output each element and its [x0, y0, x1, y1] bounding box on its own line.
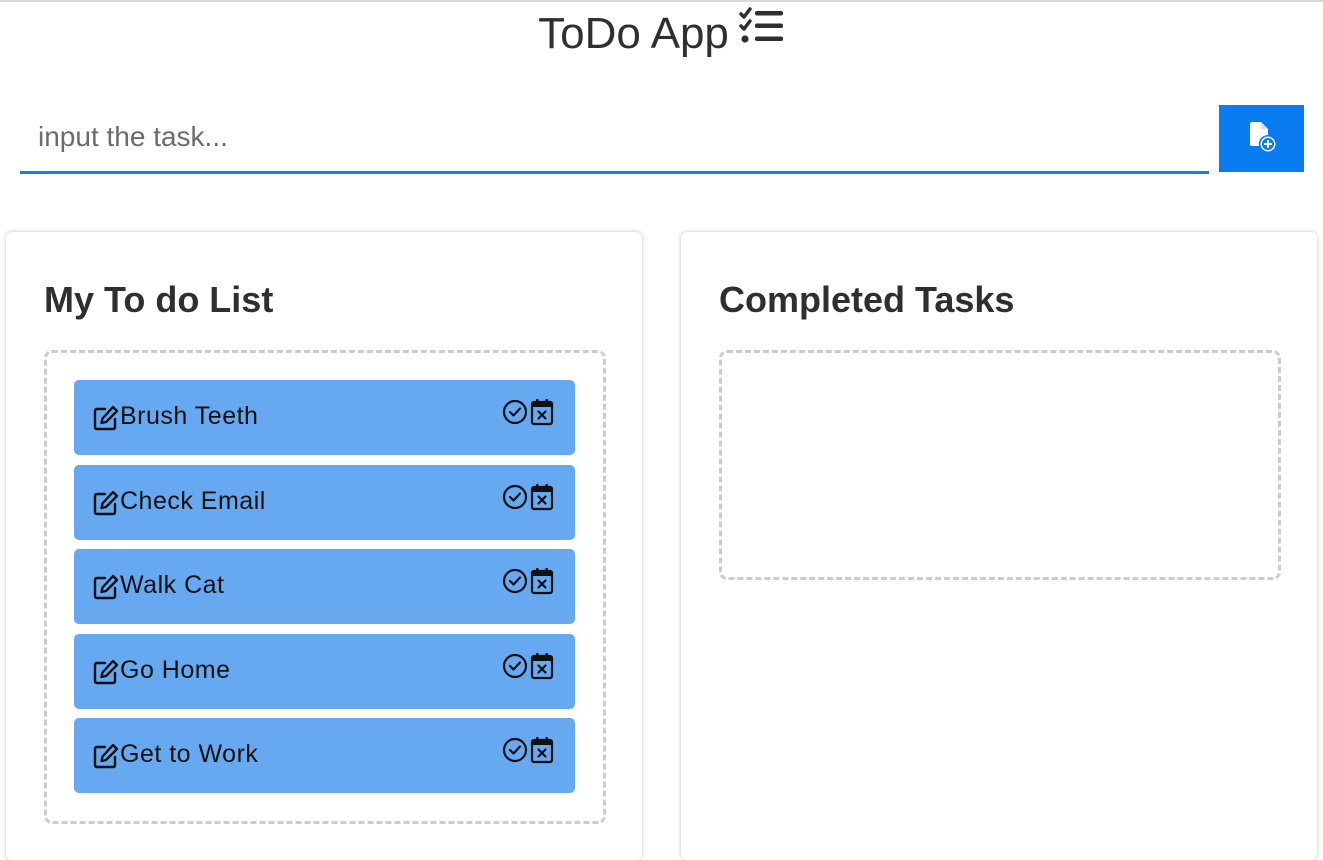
- task-item[interactable]: Go Home: [74, 633, 575, 709]
- todo-app: ToDo App My To do List: [0, 0, 1323, 860]
- task-item[interactable]: Get to Work: [74, 718, 575, 793]
- edit-icon[interactable]: [92, 489, 120, 517]
- calendar-x-icon[interactable]: [530, 736, 554, 764]
- todo-panel-title: My To do List: [44, 279, 274, 320]
- task-item[interactable]: Check Email: [74, 464, 575, 540]
- completed-panel-title: Completed Tasks: [719, 279, 1015, 320]
- edit-icon[interactable]: [92, 404, 120, 432]
- todo-panel: My To do List Brush Teeth Check Email Wa…: [6, 232, 642, 860]
- task-label: Get to Work: [120, 740, 259, 768]
- task-label: Go Home: [120, 655, 231, 684]
- task-item[interactable]: Brush Teeth: [74, 380, 575, 455]
- calendar-x-icon[interactable]: [530, 398, 554, 426]
- file-add-icon: [1246, 121, 1278, 156]
- todo-dropzone[interactable]: Brush Teeth Check Email Walk Cat Go Home…: [44, 350, 606, 824]
- calendar-x-icon[interactable]: [530, 483, 554, 511]
- list-check-icon: [739, 6, 785, 58]
- edit-icon[interactable]: [92, 742, 120, 770]
- task-label: Check Email: [120, 486, 266, 515]
- task-item[interactable]: Walk Cat: [74, 549, 575, 624]
- completed-dropzone[interactable]: [719, 350, 1281, 580]
- add-task-button[interactable]: [1219, 105, 1304, 172]
- app-title: ToDo App: [0, 6, 1323, 60]
- check-circle-icon[interactable]: [502, 484, 528, 510]
- check-circle-icon[interactable]: [502, 737, 528, 763]
- check-circle-icon[interactable]: [502, 653, 528, 679]
- calendar-x-icon[interactable]: [530, 652, 554, 680]
- calendar-x-icon[interactable]: [530, 567, 554, 595]
- completed-panel: Completed Tasks: [681, 232, 1317, 860]
- task-input[interactable]: [20, 102, 1209, 174]
- todo-task-list: Brush Teeth Check Email Walk Cat Go Home…: [74, 380, 575, 803]
- check-circle-icon[interactable]: [502, 568, 528, 594]
- task-label: Walk Cat: [120, 571, 225, 599]
- edit-icon[interactable]: [92, 573, 120, 601]
- app-title-text: ToDo App: [538, 9, 729, 58]
- check-circle-icon[interactable]: [502, 399, 528, 425]
- task-label: Brush Teeth: [120, 402, 259, 430]
- edit-icon[interactable]: [92, 658, 120, 686]
